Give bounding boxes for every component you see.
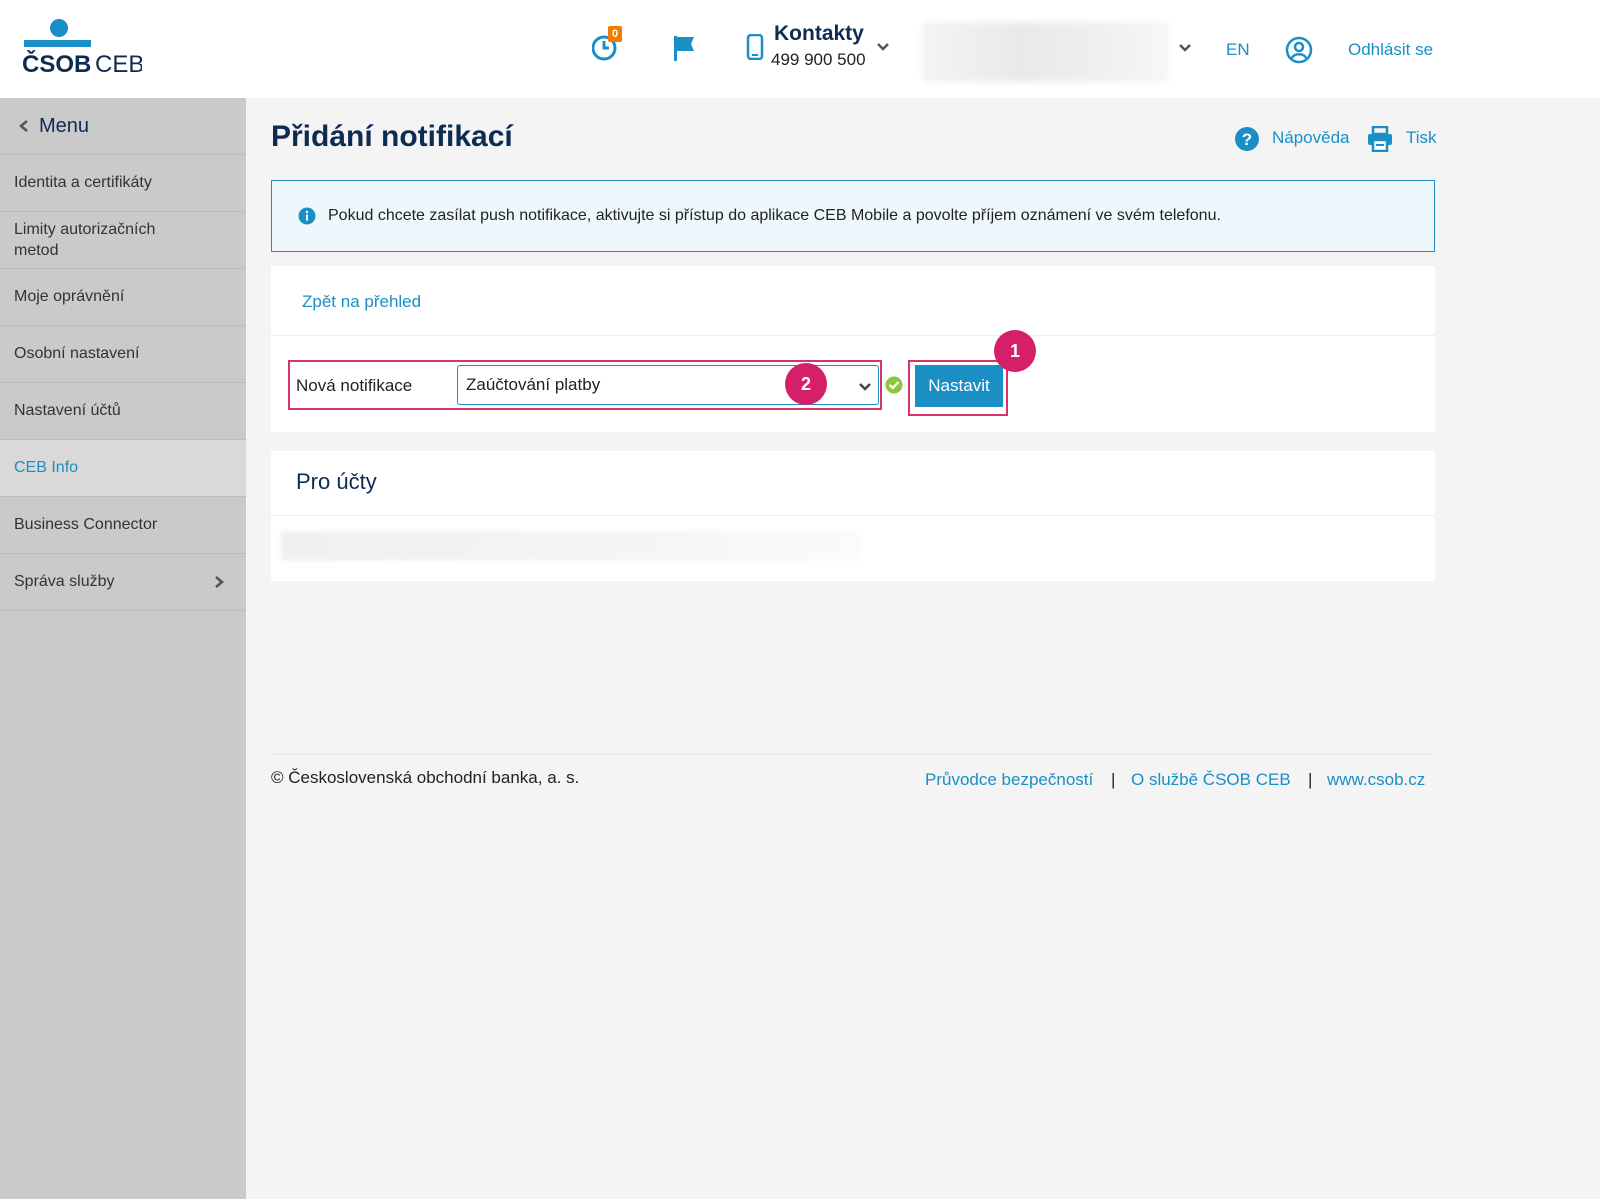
new-notification-label: Nová notifikace — [296, 376, 413, 395]
footer-separator: | — [1111, 770, 1116, 789]
divider — [271, 335, 1435, 336]
copyright-text: © Československá obchodní banka, a. s. — [271, 768, 580, 787]
sidebar-item-account-settings[interactable]: Nastavení účtů — [0, 383, 246, 440]
notification-type-value: Zaúčtování platby — [466, 375, 601, 394]
flag-button[interactable] — [672, 34, 698, 67]
csob-logo-icon: ČSOB CEB — [22, 19, 144, 78]
svg-text:?: ? — [1242, 130, 1252, 149]
user-chevron-down-icon[interactable] — [1178, 43, 1192, 53]
chevron-down-icon — [859, 383, 871, 391]
flag-icon — [674, 36, 694, 61]
history-button[interactable]: 0 — [591, 26, 622, 67]
sidebar-item-label: Identita a certifikáty — [14, 174, 152, 191]
step-marker-2: 2 — [785, 363, 827, 405]
contacts-title: Kontakty — [774, 22, 864, 45]
footer-separator: | — [1308, 770, 1313, 789]
sidebar-item-identity[interactable]: Identita a certifikáty — [0, 155, 246, 212]
info-message-text: Pokud chcete zasílat push notifikace, ak… — [328, 207, 1221, 224]
print-button[interactable] — [1367, 125, 1393, 157]
sidebar-item-label: Nastavení účtů — [14, 402, 121, 419]
svg-text:ČSOB: ČSOB — [22, 50, 91, 78]
footer-link-security-guide[interactable]: Průvodce bezpečností — [925, 770, 1093, 790]
history-count-badge: 0 — [608, 26, 622, 42]
sidebar-item-label: CEB Info — [14, 459, 79, 476]
check-circle-icon — [885, 376, 903, 394]
sidebar-item-label: Business Connector — [14, 516, 158, 533]
chevron-left-icon — [19, 120, 28, 132]
sidebar-item-business-connector[interactable]: Business Connector — [0, 497, 246, 554]
step-marker-1: 1 — [994, 330, 1036, 372]
footer-link-about-service[interactable]: O službě ČSOB CEB — [1131, 770, 1291, 790]
logout-link[interactable]: Odhlásit se — [1348, 40, 1433, 60]
sidebar-item-label: Moje oprávnění — [14, 288, 125, 305]
new-notification-card: Zpět na přehled Nová notifikace Zaúčtová… — [271, 266, 1435, 432]
sidebar-item-label: Správa služby — [14, 573, 115, 590]
printer-icon — [1368, 125, 1392, 153]
language-switch[interactable]: EN — [1226, 40, 1250, 60]
chevron-down-icon — [877, 43, 889, 51]
svg-text:CEB: CEB — [95, 51, 142, 78]
sidebar-item-permissions[interactable]: Moje oprávnění — [0, 269, 246, 326]
help-button[interactable]: ? — [1234, 126, 1260, 157]
accounts-card: Pro účty — [271, 451, 1435, 581]
accounts-title: Pro účty — [296, 469, 377, 494]
user-profile-icon[interactable] — [1285, 36, 1313, 64]
sidebar: Menu Identita a certifikáty Limity autor… — [0, 98, 246, 1199]
back-to-overview-link[interactable]: Zpět na přehled — [302, 292, 421, 312]
menu-back-button[interactable]: Menu — [0, 98, 246, 155]
page-title: Přidání notifikací — [271, 120, 513, 153]
sidebar-item-label: Limity autorizačních metod — [14, 221, 156, 259]
chevron-right-icon — [215, 576, 224, 588]
sidebar-item-ceb-info[interactable]: CEB Info — [0, 440, 246, 497]
sidebar-item-personal-settings[interactable]: Osobní nastavení — [0, 326, 246, 383]
header: ČSOB CEB 0 Kontakty 499 900 500 EN Odhlá… — [0, 0, 1600, 98]
sidebar-item-service-admin[interactable]: Správa služby — [0, 554, 246, 611]
help-icon: ? — [1235, 127, 1259, 151]
footer-link-csob-website[interactable]: www.csob.cz — [1327, 770, 1425, 790]
phone-icon — [746, 34, 764, 60]
accounts-list-redacted — [281, 531, 861, 561]
print-link[interactable]: Tisk — [1406, 128, 1437, 148]
sidebar-item-label: Osobní nastavení — [14, 345, 140, 362]
divider — [271, 515, 1435, 516]
footer-divider — [271, 754, 1435, 755]
contacts-phone: 499 900 500 — [771, 50, 866, 69]
set-button[interactable]: Nastavit — [915, 365, 1003, 407]
help-link[interactable]: Nápověda — [1272, 128, 1350, 148]
user-account-redacted — [922, 22, 1170, 82]
menu-label: Menu — [39, 114, 90, 137]
csob-ceb-logo[interactable]: ČSOB CEB — [22, 18, 144, 78]
info-message-box: Pokud chcete zasílat push notifikace, ak… — [271, 180, 1435, 252]
sidebar-item-limits[interactable]: Limity autorizačních metod — [0, 212, 246, 269]
info-icon — [298, 207, 316, 225]
